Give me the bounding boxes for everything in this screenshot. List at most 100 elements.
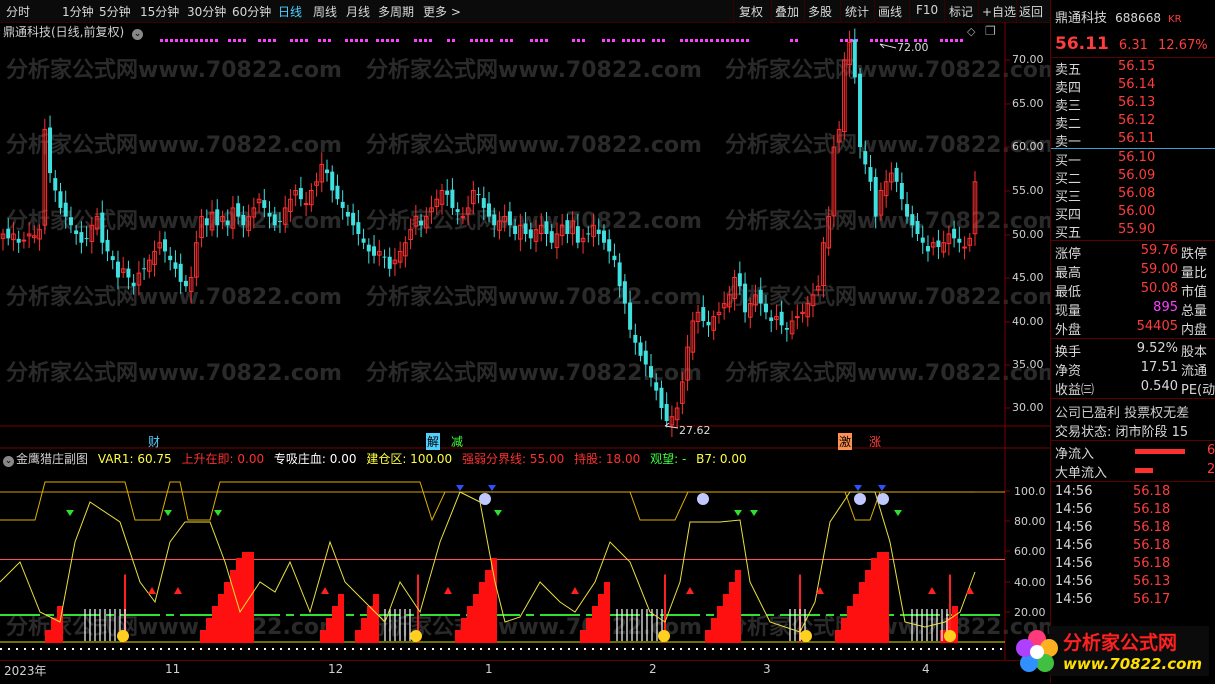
draw-line-button[interactable]: 画线 [878,3,902,20]
period-tab-1min[interactable]: 1分钟 [62,3,94,20]
period-tab-fenshi[interactable]: 分时 [6,3,30,20]
tick-price: 56.18 [1133,556,1171,571]
indicator-settings-icon[interactable]: ⌄ [3,456,14,467]
overlay-button[interactable]: 叠加 [775,3,799,20]
signal-dot [710,39,713,42]
kline-chart[interactable]: 分析家公式网www.70822.com 分析家公式网www.70822.com 分析… [0,22,1050,660]
candle-body [957,238,962,243]
event-marker-jian[interactable]: 减 [451,433,463,450]
period-tab-5min[interactable]: 5分钟 [99,3,131,20]
candle-body [48,127,53,174]
base-dot [472,648,474,650]
candle-body [79,232,84,243]
base-dot [120,648,122,650]
mark-button[interactable]: 标记 [949,3,973,20]
candle-body [16,238,21,243]
base-dot [856,648,858,650]
restore-window-icon[interactable]: ❐ [985,24,996,38]
chart-settings-icon[interactable]: ⌄ [132,29,144,40]
event-marker-zhang[interactable]: 涨 [869,433,881,450]
base-dot [456,648,458,650]
candle-body [84,238,89,240]
add-watchlist-button[interactable]: +自选 [982,3,1016,20]
signal-dot [447,39,450,42]
signal-dot [391,39,394,42]
base-dot [408,648,410,650]
period-tab-30min[interactable]: 30分钟 [187,3,226,20]
fuquan-button[interactable]: 复权 [739,3,763,20]
buy-triangle [444,587,452,594]
candle-body [340,201,345,208]
stock-header: 鼎通科技 688668 KR [1055,7,1215,26]
candle-body [915,221,920,234]
candle-body [215,209,220,226]
period-tab-month[interactable]: 月线 [346,3,370,20]
time-axis[interactable] [0,660,1050,684]
base-dot [96,648,98,650]
base-dot [776,648,778,650]
candle-body [507,211,512,226]
candle-body [105,239,110,252]
event-marker-jie[interactable]: 解 [426,433,441,450]
candle-body [523,223,528,234]
multi-stock-button[interactable]: 多股 [808,3,832,20]
accumulation-bar [242,552,248,643]
statistics-button[interactable]: 统计 [845,3,869,20]
accumulation-bar [45,630,51,643]
base-dot [904,648,906,650]
period-tab-60min[interactable]: 60分钟 [232,3,271,20]
signal-dot [540,39,543,42]
ask-price: 56.13 [1118,95,1156,110]
accumulation-bar [338,594,344,643]
diamond-icon[interactable]: ◇ [967,25,975,38]
base-dot [744,648,746,650]
indicator-header: ⌄ 金鹰猎庄副图 VAR1: 60.75 上升在即: 0.00 专吸庄血: 0.0… [3,450,753,467]
candle-body [361,238,366,243]
flow-bar [1135,449,1185,454]
accumulation-bar [200,630,206,643]
ask-label: 卖五 [1055,63,1082,78]
more-periods-button[interactable]: 更多 > [423,3,461,20]
ask-price: 56.12 [1118,113,1156,128]
indicator-name[interactable]: 金鹰猎庄副图 [16,452,88,466]
stat-value: 0.540 [1140,379,1178,394]
candle-body [873,177,878,217]
base-dot [496,648,498,650]
back-button[interactable]: 返回 [1019,3,1043,20]
period-tab-day[interactable]: 日线 [278,3,302,20]
event-marker-cai[interactable]: 财 [148,433,160,450]
event-marker-ji[interactable]: 激 [838,433,853,450]
base-dot [88,648,90,650]
accumulation-bar [51,618,57,643]
signal-dot [642,39,645,42]
period-tab-multi[interactable]: 多周期 [378,3,414,20]
accumulation-bar [224,582,230,643]
base-dot [352,648,354,650]
period-tab-week[interactable]: 周线 [313,3,337,20]
period-tab-15min[interactable]: 15分钟 [140,3,179,20]
signal-dot [880,39,883,42]
bid-label: 买五 [1055,226,1082,241]
signal-dot [323,39,326,42]
base-dot [768,648,770,650]
base-dot [536,648,538,650]
signal-dot [381,39,384,42]
signal-dot [795,39,798,42]
signal-dot [627,39,630,42]
candle-body [863,151,868,165]
signal-dot [328,39,331,42]
bid-row: 买二 56.09 [1055,168,1215,187]
price-tick: 40.00 [1012,315,1044,328]
sell-triangle [66,510,74,516]
base-dot [320,648,322,650]
ask-label: 卖三 [1055,99,1082,114]
ask-label: 卖二 [1055,117,1082,132]
candle-body [241,214,246,226]
accumulation-bar [355,630,361,643]
candle-body [303,203,309,206]
signal-dot [300,39,303,42]
candle-body [110,256,115,261]
stat-label: 最低 [1055,285,1082,300]
f10-button[interactable]: F10 [916,3,938,17]
base-dot [752,648,754,650]
